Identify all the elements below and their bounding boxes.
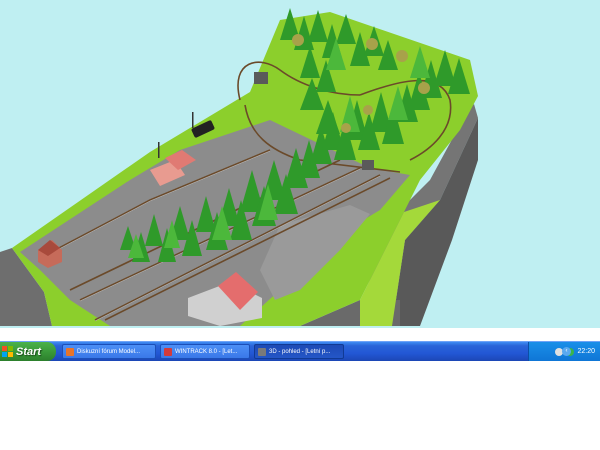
tunnel-portal — [254, 72, 268, 84]
windows-taskbar: Start Diskuzní fórum Model... WINTRACK 8… — [0, 341, 600, 361]
clock[interactable]: 22:20 — [577, 348, 595, 355]
3d-layout-scene — [0, 8, 478, 326]
signal-mast-1 — [158, 142, 160, 158]
wintrack-icon — [164, 347, 172, 356]
3d-viewport[interactable] — [0, 0, 600, 328]
taskbar-item-forum[interactable]: Diskuzní fórum Model... — [62, 344, 156, 359]
signal-mast-2 — [192, 112, 194, 128]
firefox-icon — [66, 347, 74, 356]
taskbar-item-wintrack[interactable]: WINTRACK 8.0 - [Let... — [160, 344, 250, 359]
start-label: Start — [16, 345, 42, 358]
chevron-left-icon[interactable]: ‹ — [562, 347, 571, 356]
system-tray: ‹ 22:20 — [528, 342, 600, 361]
taskbar-item-label: 3D - pohled - [Letní p... — [269, 348, 331, 355]
windows-logo-icon — [2, 346, 13, 357]
3d-view-icon — [258, 347, 266, 356]
start-button[interactable]: Start — [0, 342, 56, 361]
tunnel-portal-2 — [362, 160, 374, 170]
taskbar-item-3d-view[interactable]: 3D - pohled - [Letní p... — [254, 344, 344, 359]
taskbar-item-label: WINTRACK 8.0 - [Let... — [175, 348, 238, 355]
taskbar-item-label: Diskuzní fórum Model... — [77, 348, 141, 355]
